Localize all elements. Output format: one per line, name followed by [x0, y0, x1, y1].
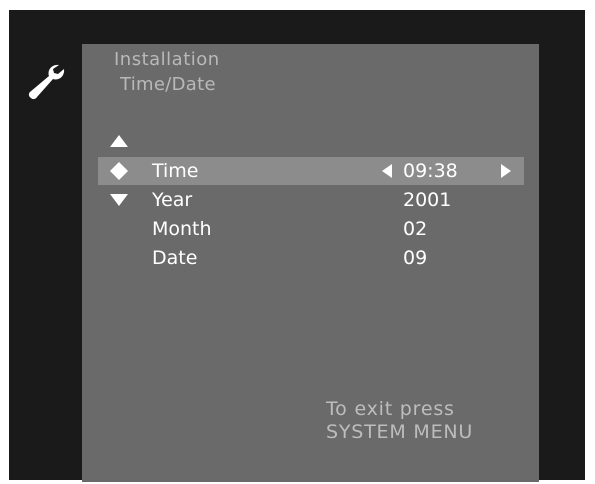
menu-item-time[interactable]: Time 09:38 [82, 157, 539, 185]
menu-item-label: Time [152, 160, 199, 182]
diamond-icon [110, 162, 128, 180]
menu-item-month[interactable]: Month 02 [82, 215, 539, 243]
menu-item-value: 02 [403, 218, 428, 240]
exit-hint-line1: To exit press [326, 398, 455, 420]
menu-item-date[interactable]: Date 09 [82, 244, 539, 272]
menu-title: Installation [114, 49, 220, 70]
menu-panel: Installation Time/Date Time 09:38 Year 2… [82, 44, 539, 482]
triangle-right-icon[interactable] [501, 164, 511, 178]
menu-item-label: Month [152, 218, 212, 240]
exit-hint-line2: SYSTEM MENU [326, 421, 474, 443]
triangle-left-icon[interactable] [382, 164, 392, 178]
triangle-up-icon[interactable] [110, 135, 128, 147]
menu-item-year[interactable]: Year 2001 [82, 186, 539, 214]
osd-screen: Installation Time/Date Time 09:38 Year 2… [9, 10, 585, 482]
menu-item-value: 09:38 [403, 160, 458, 182]
menu-item-value: 09 [403, 247, 428, 269]
exit-hint: To exit press SYSTEM MENU [326, 398, 473, 444]
triangle-down-icon[interactable] [110, 194, 128, 206]
wrench-icon [28, 64, 65, 100]
menu-subtitle: Time/Date [120, 74, 216, 95]
menu-item-label: Date [152, 247, 198, 269]
menu-item-label: Year [152, 189, 193, 211]
menu-item-value: 2001 [403, 189, 452, 211]
